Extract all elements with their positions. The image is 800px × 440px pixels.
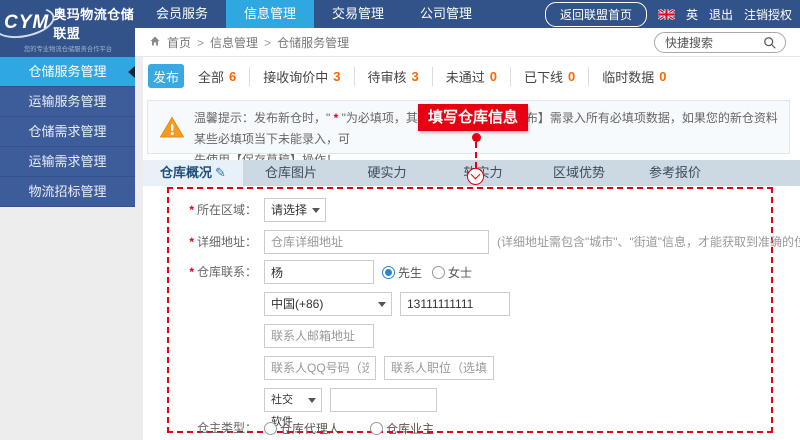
address-input[interactable] — [264, 230, 489, 254]
warehouse-info-form: *所在区域： 请选择 *详细地址： (详细地址需包含"城市"、"街道"信息，才能… — [167, 187, 773, 433]
uk-flag-icon — [658, 9, 675, 20]
form-row-address: *详细地址： (详细地址需包含"城市"、"街道"信息，才能获取到准确的位置坐标) — [169, 230, 771, 254]
logo-tagline: 您的专业物流仓储服务合作平台 — [23, 44, 111, 53]
language-toggle[interactable]: 英 — [686, 6, 698, 23]
edit-pencil-icon: ✎ — [215, 165, 226, 180]
sidebar-item-transport-service[interactable]: 运输服务管理 — [0, 87, 135, 117]
top-nav: 会员服务 信息管理 交易管理 公司管理 — [138, 0, 490, 28]
qq-input[interactable] — [264, 356, 376, 380]
position-input[interactable] — [384, 356, 494, 380]
form-row-phone: 中国(+86) — [169, 292, 771, 316]
filter-count: 3 — [333, 69, 340, 84]
breadcrumb-bar: 首页 > 信息管理 > 仓储服务管理 — [135, 28, 800, 57]
country-code-select[interactable]: 中国(+86) — [264, 292, 392, 316]
form-row-owner-type: 仓主类型： 仓库代理人 仓库业主 — [169, 416, 771, 440]
owner-proprietor-radio[interactable]: 仓库业主 — [370, 420, 434, 437]
nav-trade-management[interactable]: 交易管理 — [314, 0, 402, 28]
annotation-target-marker — [467, 168, 484, 185]
warning-icon — [159, 116, 185, 142]
sidebar-item-warehouse-service[interactable]: 仓储服务管理 — [0, 57, 135, 87]
tab-reference-price[interactable]: 参考报价 — [627, 160, 723, 186]
back-to-portal-button[interactable]: 返回联盟首页 — [545, 2, 647, 27]
breadcrumb-home[interactable]: 首页 — [167, 34, 191, 51]
logo: CYM 奥玛物流仓储联盟 您的专业物流仓储服务合作平台 — [0, 0, 135, 57]
chevron-down-icon — [378, 302, 386, 307]
owner-type-label: 仓主类型： — [169, 416, 257, 440]
quick-search — [654, 32, 786, 53]
gender-female-radio[interactable]: 女士 — [432, 264, 472, 281]
topbar-right: 返回联盟首页 英 退出 注销授权 — [545, 0, 792, 28]
social-app-select[interactable]: 社交软件 — [264, 388, 322, 412]
contact-name-input[interactable] — [264, 260, 374, 284]
chevron-down-icon — [312, 208, 320, 213]
tab-hard-strength[interactable]: 硬实力 — [339, 160, 435, 186]
breadcrumb-info-management[interactable]: 信息管理 — [210, 34, 258, 51]
nav-company-management[interactable]: 公司管理 — [402, 0, 490, 28]
filter-offline[interactable]: 已下线0 — [510, 67, 588, 86]
sidebar-item-transport-demand[interactable]: 运输需求管理 — [0, 147, 135, 177]
chevron-down-icon — [471, 170, 481, 180]
contact-label: 仓库联系： — [197, 265, 257, 279]
nav-info-management[interactable]: 信息管理 — [226, 0, 314, 28]
email-input[interactable] — [264, 324, 374, 348]
tab-regional-advantage[interactable]: 区域优势 — [531, 160, 627, 186]
breadcrumb: 首页 > 信息管理 > 仓储服务管理 — [149, 28, 349, 57]
filter-count: 0 — [490, 69, 497, 84]
filter-all[interactable]: 全部6 — [198, 67, 249, 86]
form-row-qq-position — [169, 356, 771, 380]
required-star: * — [189, 203, 194, 217]
nav-member-services[interactable]: 会员服务 — [138, 0, 226, 28]
filter-count: 0 — [568, 69, 575, 84]
home-icon — [149, 35, 161, 50]
form-row-email — [169, 324, 771, 348]
logo-name: 奥玛物流仓储联盟 — [53, 4, 135, 42]
chevron-down-icon — [308, 398, 316, 403]
filter-inquiring[interactable]: 接收询价中3 — [249, 67, 353, 86]
deauthorize-link[interactable]: 注销授权 — [744, 6, 792, 23]
sidebar-item-logistics-bidding[interactable]: 物流招标管理 — [0, 177, 135, 207]
filter-temp-data[interactable]: 临时数据0 — [588, 67, 679, 86]
sidebar-item-warehouse-demand[interactable]: 仓储需求管理 — [0, 117, 135, 147]
required-star: * — [189, 235, 194, 249]
logout-link[interactable]: 退出 — [709, 6, 733, 23]
address-label: 详细地址： — [197, 235, 257, 249]
phone-number-input[interactable] — [400, 292, 510, 316]
annotation-callout: 填写仓库信息 — [418, 104, 528, 131]
form-row-contact: *仓库联系： 先生 女士 — [169, 260, 771, 284]
tab-warehouse-overview[interactable]: 仓库概况✎ — [143, 160, 243, 186]
region-select[interactable]: 请选择 — [264, 198, 326, 222]
form-row-region: *所在区域： 请选择 — [169, 198, 771, 222]
filter-count: 0 — [659, 69, 666, 84]
annotation-leader-line — [475, 142, 477, 168]
search-icon[interactable] — [763, 36, 777, 53]
filter-pending-review[interactable]: 待审核3 — [354, 67, 432, 86]
status-filter-row: 全部6 接收询价中3 待审核3 未通过0 已下线0 临时数据0 — [198, 64, 680, 88]
breadcrumb-separator: > — [197, 36, 204, 50]
sidebar: 仓储服务管理 运输服务管理 仓储需求管理 运输需求管理 物流招标管理 — [0, 57, 135, 207]
publish-button[interactable]: 发布 — [148, 64, 184, 88]
annotation-dot — [472, 133, 481, 142]
region-label: 所在区域： — [197, 203, 257, 217]
filter-count: 6 — [229, 69, 236, 84]
address-hint: (详细地址需包含"城市"、"街道"信息，才能获取到准确的位置坐标) — [497, 230, 800, 254]
gender-male-radio[interactable]: 先生 — [382, 264, 422, 281]
filter-rejected[interactable]: 未通过0 — [432, 67, 510, 86]
tab-warehouse-photos[interactable]: 仓库图片 — [243, 160, 339, 186]
filter-count: 3 — [412, 69, 419, 84]
breadcrumb-current: 仓储服务管理 — [277, 34, 349, 51]
social-account-input[interactable] — [330, 388, 437, 412]
breadcrumb-separator: > — [264, 36, 271, 50]
owner-agent-radio[interactable]: 仓库代理人 — [264, 420, 340, 437]
quick-search-input[interactable] — [665, 34, 765, 51]
required-star: * — [189, 265, 194, 279]
form-row-social: 社交软件 — [169, 388, 771, 412]
logo-cym: CYM — [0, 12, 53, 34]
